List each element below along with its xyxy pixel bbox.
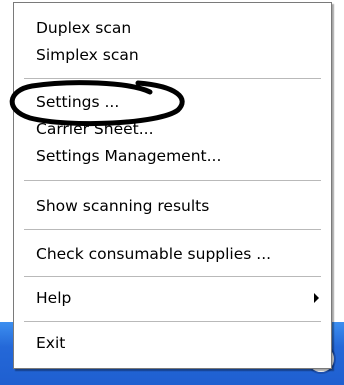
menu-item-duplex-scan[interactable]: Duplex scan (14, 15, 331, 41)
menu-separator (24, 276, 321, 278)
menu-separator (24, 180, 321, 182)
menu-item-exit[interactable]: Exit (14, 330, 331, 356)
menu-item-simplex-scan[interactable]: Simplex scan (14, 42, 331, 68)
menu-separator (24, 321, 321, 323)
submenu-arrow-icon (314, 293, 319, 303)
menu-item-help[interactable]: Help (14, 285, 331, 311)
menu-item-settings-management[interactable]: Settings Management... (14, 143, 331, 169)
menu-item-settings[interactable]: Settings ... (14, 89, 331, 115)
menu-item-help-label: Help (36, 289, 72, 307)
menu-item-check-consumable-supplies[interactable]: Check consumable supplies ... (14, 241, 331, 267)
menu-item-carrier-sheet[interactable]: Carrier Sheet... (14, 116, 331, 142)
menu-item-show-scanning-results[interactable]: Show scanning results (14, 193, 331, 219)
menu-separator (24, 229, 321, 231)
context-menu: Duplex scan Simplex scan Settings ... Ca… (13, 2, 332, 369)
menu-separator (24, 78, 321, 80)
